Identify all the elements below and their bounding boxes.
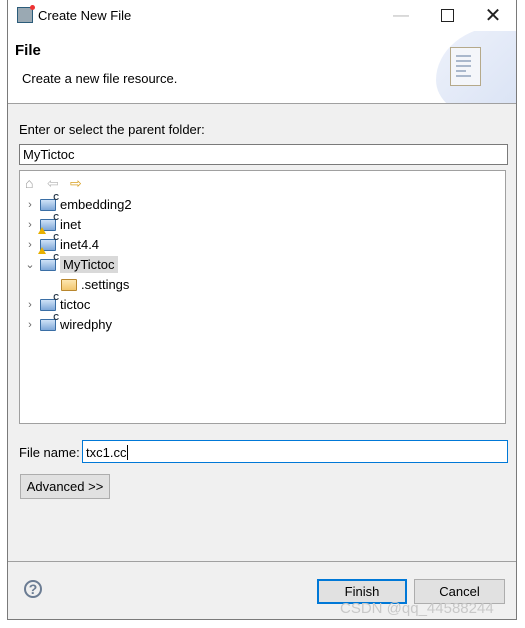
- c-project-folder-icon: C: [40, 193, 59, 211]
- file-name-input[interactable]: txc1.cc: [82, 440, 508, 463]
- create-new-file-dialog: Create New File — ✕ File Create a new fi…: [7, 0, 517, 620]
- chevron-down-icon[interactable]: ⌄: [24, 258, 36, 271]
- footer-separator: [8, 561, 516, 562]
- tree-item-label: MyTictoc: [60, 256, 118, 273]
- chevron-right-icon[interactable]: ›: [24, 219, 36, 231]
- chevron-right-icon[interactable]: ›: [24, 199, 36, 211]
- back-icon[interactable]: ⇦: [47, 176, 59, 190]
- c-project-folder-icon: C: [40, 313, 59, 331]
- tree-item-label: inet4.4: [60, 237, 100, 252]
- tree-item[interactable]: .settings: [57, 275, 129, 294]
- tree-item[interactable]: › Cembedding2: [24, 193, 132, 214]
- warning-icon: [38, 246, 46, 254]
- folder-tree[interactable]: ⌂ ⇦ ⇨ › Cembedding2 › Cinet › Cinet4.4 ⌄ C MyTic…: [19, 170, 506, 424]
- minimize-button[interactable]: —: [378, 0, 424, 31]
- eclipse-wizard-icon: [17, 5, 35, 23]
- tree-item[interactable]: ⌄ C MyTictoc: [24, 253, 118, 274]
- text-cursor: [127, 445, 129, 460]
- c-project-folder-icon: C: [38, 213, 59, 234]
- chevron-right-icon[interactable]: ›: [24, 299, 36, 311]
- tree-item-label: embedding2: [60, 197, 132, 212]
- forward-icon[interactable]: ⇨: [70, 176, 82, 190]
- tree-item-label: inet: [60, 217, 81, 232]
- wizard-header: File Create a new file resource.: [8, 31, 516, 104]
- warning-icon: [38, 226, 46, 234]
- close-button[interactable]: ✕: [470, 0, 516, 31]
- parent-folder-input[interactable]: MyTictoc: [19, 144, 508, 165]
- advanced-button[interactable]: Advanced >>: [20, 474, 110, 499]
- file-name-label: File name:: [19, 445, 80, 460]
- tree-item[interactable]: › Cinet4.4: [24, 233, 100, 254]
- tree-item-label: tictoc: [60, 297, 91, 312]
- tree-item-label: .settings: [81, 277, 130, 292]
- chevron-right-icon[interactable]: ›: [24, 319, 36, 331]
- new-file-icon: [450, 47, 481, 86]
- watermark: CSDN @qq_44588244: [340, 600, 494, 617]
- tree-item-label: wiredphy: [60, 317, 113, 332]
- tree-item[interactable]: › Ctictoc: [24, 293, 91, 314]
- file-name-value: txc1.cc: [86, 445, 127, 460]
- c-project-folder-icon: C: [40, 253, 59, 271]
- c-project-folder-icon: C: [40, 293, 59, 311]
- page-description: Create a new file resource.: [22, 71, 178, 86]
- help-icon[interactable]: ?: [24, 580, 42, 598]
- maximize-button[interactable]: [424, 0, 470, 31]
- parent-folder-label: Enter or select the parent folder:: [19, 122, 205, 137]
- title-bar: Create New File — ✕: [8, 0, 516, 31]
- page-title: File: [15, 42, 41, 59]
- c-project-folder-icon: C: [38, 233, 59, 254]
- folder-icon: [61, 278, 77, 291]
- chevron-right-icon[interactable]: ›: [24, 239, 36, 251]
- home-icon[interactable]: ⌂: [25, 176, 33, 190]
- tree-item[interactable]: › Cinet: [24, 213, 81, 234]
- window-title: Create New File: [38, 8, 132, 23]
- tree-item[interactable]: › Cwiredphy: [24, 313, 113, 334]
